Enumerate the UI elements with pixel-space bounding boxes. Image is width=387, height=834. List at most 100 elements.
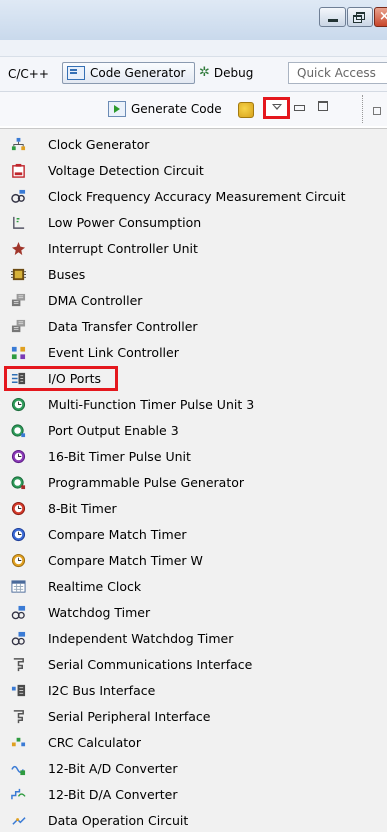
menu-item-label: Event Link Controller [48,345,179,360]
menu-item-label: Compare Match Timer W [48,553,203,568]
ad-converter-icon [11,761,26,776]
toolbar-separator [362,95,387,123]
menu-item-12-bit-a-d-converter[interactable]: 12-Bit A/D Converter [0,756,387,782]
spi-icon [11,709,26,724]
menu-item-clock-generator[interactable]: Clock Generator [0,132,387,158]
debug-icon: ✲ [199,65,210,80]
menu-item-label: Serial Communications Interface [48,657,253,672]
view-menu-dropdown: Clock Generator Voltage Detection Circuit… [0,128,387,832]
low-power-icon [11,215,26,230]
realtime-clock-icon [11,579,26,594]
perspective-debug[interactable]: ✲ Debug [199,65,253,80]
crc-icon [11,735,26,750]
menu-item-12-bit-d-a-converter[interactable]: 12-Bit D/A Converter [0,782,387,808]
compare-match-timer-icon [11,527,26,542]
menu-item-label: Independent Watchdog Timer [48,631,234,646]
view-menu-button[interactable] [263,97,290,119]
voltage-detection-icon [11,163,26,178]
menu-item-label: Clock Generator [48,137,150,152]
i2c-icon [11,683,26,698]
menu-item-label: Low Power Consumption [48,215,202,230]
data-operation-icon [11,813,26,828]
timer-16bit-icon [11,449,26,464]
window-titlebar: × [0,0,387,40]
menu-item-serial-peripheral-interface[interactable]: Serial Peripheral Interface [0,704,387,730]
menu-item-compare-match-timer[interactable]: Compare Match Timer [0,522,387,548]
independent-watchdog-icon [11,631,26,646]
menu-item-label: Clock Frequency Accuracy Measurement Cir… [48,189,346,204]
minimize-view-button[interactable] [294,105,305,111]
perspective-code-generator[interactable]: Code Generator [62,62,195,84]
menu-list: Clock Generator Voltage Detection Circuit… [0,132,387,834]
menu-item-low-power-consumption[interactable]: Low Power Consumption [0,210,387,236]
menu-item-watchdog-timer[interactable]: Watchdog Timer [0,600,387,626]
menu-item-compare-match-timer-w[interactable]: Compare Match Timer W [0,548,387,574]
menu-item-label: Programmable Pulse Generator [48,475,245,490]
generate-code-button[interactable]: Generate Code [108,101,222,117]
perspective-code-generator-label: Code Generator [90,66,186,80]
menu-item-label: Interrupt Controller Unit [48,241,198,256]
menu-item-label: Data Operation Circuit [48,813,189,828]
compare-match-timer-w-icon [11,553,26,568]
menu-item-i-o-ports[interactable]: I/O Ports [0,366,387,392]
generate-code-icon [108,101,126,117]
restore-icon [356,12,365,20]
bus-icon [11,267,26,282]
menu-item-interrupt-controller-unit[interactable]: Interrupt Controller Unit [0,236,387,262]
menu-item-label: Data Transfer Controller [48,319,198,334]
clock-generator-icon [11,137,26,152]
data-transfer-icon [11,319,26,334]
menu-item-label: Watchdog Timer [48,605,151,620]
timer-8bit-icon [11,501,26,516]
view-icon [373,107,381,115]
menu-item-label: Voltage Detection Circuit [48,163,204,178]
menu-item-8-bit-timer[interactable]: 8-Bit Timer [0,496,387,522]
window-minimize-button[interactable] [319,7,346,27]
menu-item-data-operation-circuit[interactable]: Data Operation Circuit [0,808,387,834]
menu-item-label: 12-Bit D/A Converter [48,787,178,802]
menu-item-label: 16-Bit Timer Pulse Unit [48,449,191,464]
chevron-down-icon [272,104,282,110]
menu-item-i2c-bus-interface[interactable]: I2C Bus Interface [0,678,387,704]
generate-code-label: Generate Code [131,102,222,116]
perspective-debug-label: Debug [213,65,254,80]
menu-item-label: 8-Bit Timer [48,501,117,516]
menu-item-label: CRC Calculator [48,735,141,750]
view-toolbar: Generate Code [0,92,387,126]
window-restore-button[interactable] [347,7,373,27]
watchdog-icon [11,605,26,620]
interrupt-controller-icon [11,241,26,256]
menu-item-voltage-detection-circuit[interactable]: Voltage Detection Circuit [0,158,387,184]
menu-item-data-transfer-controller[interactable]: Data Transfer Controller [0,314,387,340]
menu-item-buses[interactable]: Buses [0,262,387,288]
event-link-icon [11,345,26,360]
menu-item-16-bit-timer-pulse-unit[interactable]: 16-Bit Timer Pulse Unit [0,444,387,470]
menu-item-label: Buses [48,267,86,282]
minimize-icon [328,19,338,22]
maximize-view-button[interactable] [318,101,328,111]
perspective-cpp[interactable]: C/C++ [8,67,49,81]
window-close-button[interactable]: × [374,7,387,27]
code-generator-icon [67,66,85,80]
generate-report-icon[interactable] [238,102,254,118]
menu-strip [0,40,387,57]
menu-item-multi-function-timer-pulse-unit-3[interactable]: Multi-Function Timer Pulse Unit 3 [0,392,387,418]
menu-item-programmable-pulse-generator[interactable]: Programmable Pulse Generator [0,470,387,496]
highlight-box [4,366,118,391]
menu-item-label: 12-Bit A/D Converter [48,761,178,776]
quick-access-input[interactable]: Quick Access [288,62,387,84]
menu-item-label: Port Output Enable 3 [48,423,179,438]
menu-item-dma-controller[interactable]: DMA Controller [0,288,387,314]
menu-item-event-link-controller[interactable]: Event Link Controller [0,340,387,366]
menu-item-realtime-clock[interactable]: Realtime Clock [0,574,387,600]
menu-item-clock-frequency-accuracy-measurement-circuit[interactable]: Clock Frequency Accuracy Measurement Cir… [0,184,387,210]
frequency-measurement-icon [11,189,26,204]
close-icon: × [379,10,387,24]
menu-item-crc-calculator[interactable]: CRC Calculator [0,730,387,756]
menu-item-serial-communications-interface[interactable]: Serial Communications Interface [0,652,387,678]
perspective-bar: C/C++ Code Generator ✲ Debug Quick Acces… [0,57,387,92]
menu-item-port-output-enable-3[interactable]: Port Output Enable 3 [0,418,387,444]
menu-item-label: Serial Peripheral Interface [48,709,211,724]
menu-item-independent-watchdog-timer[interactable]: Independent Watchdog Timer [0,626,387,652]
menu-item-label: I2C Bus Interface [48,683,156,698]
